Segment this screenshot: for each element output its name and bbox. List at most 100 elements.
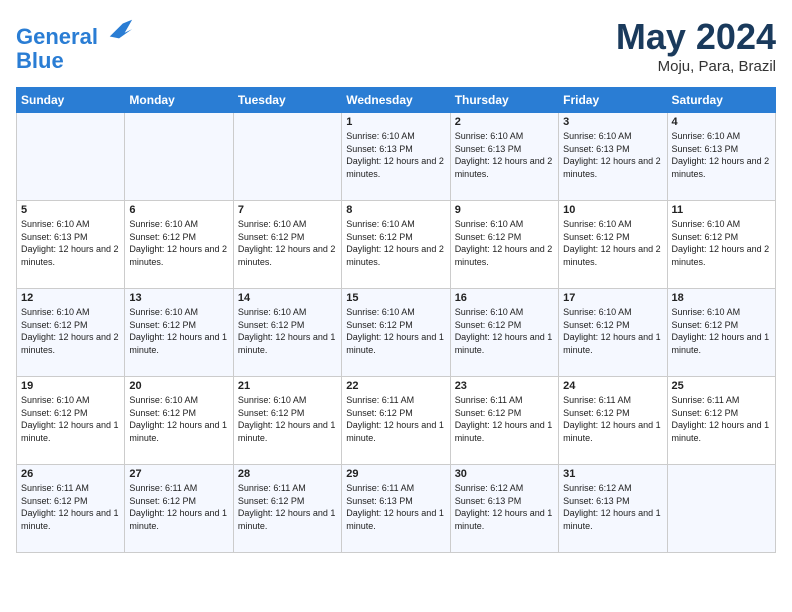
calendar-cell: 27Sunrise: 6:11 AM Sunset: 6:12 PM Dayli… — [125, 465, 233, 553]
calendar-cell: 10Sunrise: 6:10 AM Sunset: 6:12 PM Dayli… — [559, 201, 667, 289]
weekday-header-thursday: Thursday — [450, 88, 558, 113]
day-number: 2 — [455, 116, 554, 128]
day-info: Sunrise: 6:11 AM Sunset: 6:12 PM Dayligh… — [672, 394, 771, 444]
calendar-cell: 11Sunrise: 6:10 AM Sunset: 6:12 PM Dayli… — [667, 201, 775, 289]
calendar-cell: 5Sunrise: 6:10 AM Sunset: 6:13 PM Daylig… — [17, 201, 125, 289]
weekday-header-sunday: Sunday — [17, 88, 125, 113]
day-number: 1 — [346, 116, 445, 128]
day-number: 25 — [672, 380, 771, 392]
calendar-table: SundayMondayTuesdayWednesdayThursdayFrid… — [16, 87, 776, 553]
calendar-cell: 21 Sunrise: 6:10 AM Sunset: 6:12 PM Dayli… — [233, 377, 341, 465]
calendar-week-3: 12Sunrise: 6:10 AM Sunset: 6:12 PM Dayli… — [17, 289, 776, 377]
calendar-cell: 24 Sunrise: 6:11 AM Sunset: 6:12 PM Dayli… — [559, 377, 667, 465]
calendar-cell: 23 Sunrise: 6:11 AM Sunset: 6:12 PM Dayli… — [450, 377, 558, 465]
day-info: Sunrise: 6:10 AM Sunset: 6:12 PM Dayligh… — [21, 394, 120, 444]
day-info: Sunrise: 6:10 AM Sunset: 6:12 PM Dayligh… — [21, 306, 120, 356]
calendar-cell — [667, 465, 775, 553]
calendar-week-4: 19 Sunrise: 6:10 AM Sunset: 6:12 PM Dayli… — [17, 377, 776, 465]
day-number: 6 — [129, 204, 228, 216]
calendar-cell: 30 Sunrise: 6:12 AM Sunset: 6:13 PM Dayli… — [450, 465, 558, 553]
day-info: Sunrise: 6:10 AM Sunset: 6:13 PM Dayligh… — [346, 130, 445, 180]
day-info: Sunrise: 6:10 AM Sunset: 6:13 PM Dayligh… — [563, 130, 662, 180]
day-info: Sunrise: 6:10 AM Sunset: 6:12 PM Dayligh… — [129, 218, 228, 268]
calendar-cell: 19 Sunrise: 6:10 AM Sunset: 6:12 PM Dayli… — [17, 377, 125, 465]
day-info: Sunrise: 6:12 AM Sunset: 6:13 PM Dayligh… — [563, 482, 662, 532]
day-number: 19 — [21, 380, 120, 392]
day-info: Sunrise: 6:10 AM Sunset: 6:12 PM Dayligh… — [672, 306, 771, 356]
day-number: 5 — [21, 204, 120, 216]
day-info: Sunrise: 6:10 AM Sunset: 6:12 PM Dayligh… — [238, 306, 337, 356]
day-info: Sunrise: 6:10 AM Sunset: 6:12 PM Dayligh… — [563, 306, 662, 356]
day-number: 3 — [563, 116, 662, 128]
day-number: 24 — [563, 380, 662, 392]
day-info: Sunrise: 6:11 AM Sunset: 6:12 PM Dayligh… — [563, 394, 662, 444]
day-info: Sunrise: 6:11 AM Sunset: 6:12 PM Dayligh… — [21, 482, 120, 532]
day-number: 16 — [455, 292, 554, 304]
calendar-cell: 28 Sunrise: 6:11 AM Sunset: 6:12 PM Dayli… — [233, 465, 341, 553]
calendar-cell: 15Sunrise: 6:10 AM Sunset: 6:12 PM Dayli… — [342, 289, 450, 377]
day-number: 31 — [563, 468, 662, 480]
day-info: Sunrise: 6:11 AM Sunset: 6:12 PM Dayligh… — [129, 482, 228, 532]
calendar-cell: 2 Sunrise: 6:10 AM Sunset: 6:13 PM Daylig… — [450, 113, 558, 201]
day-number: 8 — [346, 204, 445, 216]
logo-line2: Blue — [16, 49, 134, 73]
day-number: 9 — [455, 204, 554, 216]
day-info: Sunrise: 6:12 AM Sunset: 6:13 PM Dayligh… — [455, 482, 554, 532]
calendar-cell: 1 Sunrise: 6:10 AM Sunset: 6:13 PM Daylig… — [342, 113, 450, 201]
day-info: Sunrise: 6:10 AM Sunset: 6:12 PM Dayligh… — [129, 306, 228, 356]
calendar-cell: 22 Sunrise: 6:11 AM Sunset: 6:12 PM Dayli… — [342, 377, 450, 465]
day-number: 22 — [346, 380, 445, 392]
logo: General Blue — [16, 16, 134, 73]
calendar-cell: 12Sunrise: 6:10 AM Sunset: 6:12 PM Dayli… — [17, 289, 125, 377]
day-number: 21 — [238, 380, 337, 392]
day-info: Sunrise: 6:10 AM Sunset: 6:12 PM Dayligh… — [238, 394, 337, 444]
calendar-cell — [17, 113, 125, 201]
day-info: Sunrise: 6:11 AM Sunset: 6:12 PM Dayligh… — [238, 482, 337, 532]
calendar-cell: 25 Sunrise: 6:11 AM Sunset: 6:12 PM Dayli… — [667, 377, 775, 465]
calendar-cell: 8 Sunrise: 6:10 AM Sunset: 6:12 PM Daylig… — [342, 201, 450, 289]
day-info: Sunrise: 6:10 AM Sunset: 6:13 PM Dayligh… — [455, 130, 554, 180]
title-block: May 2024 Moju, Para, Brazil — [616, 16, 776, 75]
day-number: 14 — [238, 292, 337, 304]
calendar-week-5: 26Sunrise: 6:11 AM Sunset: 6:12 PM Dayli… — [17, 465, 776, 553]
day-number: 29 — [346, 468, 445, 480]
calendar-cell — [125, 113, 233, 201]
calendar-cell: 17 Sunrise: 6:10 AM Sunset: 6:12 PM Dayli… — [559, 289, 667, 377]
calendar-cell: 7Sunrise: 6:10 AM Sunset: 6:12 PM Daylig… — [233, 201, 341, 289]
day-info: Sunrise: 6:10 AM Sunset: 6:12 PM Dayligh… — [129, 394, 228, 444]
day-number: 18 — [672, 292, 771, 304]
day-info: Sunrise: 6:11 AM Sunset: 6:12 PM Dayligh… — [346, 394, 445, 444]
calendar-cell: 14 Sunrise: 6:10 AM Sunset: 6:12 PM Dayli… — [233, 289, 341, 377]
logo-bird-icon — [106, 16, 134, 44]
day-info: Sunrise: 6:10 AM Sunset: 6:13 PM Dayligh… — [672, 130, 771, 180]
day-info: Sunrise: 6:10 AM Sunset: 6:12 PM Dayligh… — [346, 306, 445, 356]
day-number: 4 — [672, 116, 771, 128]
calendar-cell: 26Sunrise: 6:11 AM Sunset: 6:12 PM Dayli… — [17, 465, 125, 553]
day-number: 30 — [455, 468, 554, 480]
weekday-header-tuesday: Tuesday — [233, 88, 341, 113]
month-year: May 2024 — [616, 16, 776, 58]
day-number: 28 — [238, 468, 337, 480]
calendar-cell: 31 Sunrise: 6:12 AM Sunset: 6:13 PM Dayli… — [559, 465, 667, 553]
calendar-cell: 3 Sunrise: 6:10 AM Sunset: 6:13 PM Daylig… — [559, 113, 667, 201]
day-number: 10 — [563, 204, 662, 216]
weekday-header-row: SundayMondayTuesdayWednesdayThursdayFrid… — [17, 88, 776, 113]
day-number: 13 — [129, 292, 228, 304]
day-info: Sunrise: 6:11 AM Sunset: 6:13 PM Dayligh… — [346, 482, 445, 532]
day-number: 17 — [563, 292, 662, 304]
calendar-cell: 13 Sunrise: 6:10 AM Sunset: 6:12 PM Dayli… — [125, 289, 233, 377]
day-info: Sunrise: 6:10 AM Sunset: 6:12 PM Dayligh… — [346, 218, 445, 268]
logo-line1: General — [16, 24, 98, 49]
weekday-header-monday: Monday — [125, 88, 233, 113]
calendar-cell: 16Sunrise: 6:10 AM Sunset: 6:12 PM Dayli… — [450, 289, 558, 377]
calendar-cell: 20Sunrise: 6:10 AM Sunset: 6:12 PM Dayli… — [125, 377, 233, 465]
calendar-week-1: 1 Sunrise: 6:10 AM Sunset: 6:13 PM Daylig… — [17, 113, 776, 201]
day-number: 7 — [238, 204, 337, 216]
day-info: Sunrise: 6:11 AM Sunset: 6:12 PM Dayligh… — [455, 394, 554, 444]
page-header: General Blue May 2024 Moju, Para, Brazil — [16, 16, 776, 75]
calendar-cell: 6 Sunrise: 6:10 AM Sunset: 6:12 PM Daylig… — [125, 201, 233, 289]
day-number: 11 — [672, 204, 771, 216]
day-number: 23 — [455, 380, 554, 392]
calendar-cell: 4 Sunrise: 6:10 AM Sunset: 6:13 PM Daylig… — [667, 113, 775, 201]
calendar-cell: 9Sunrise: 6:10 AM Sunset: 6:12 PM Daylig… — [450, 201, 558, 289]
